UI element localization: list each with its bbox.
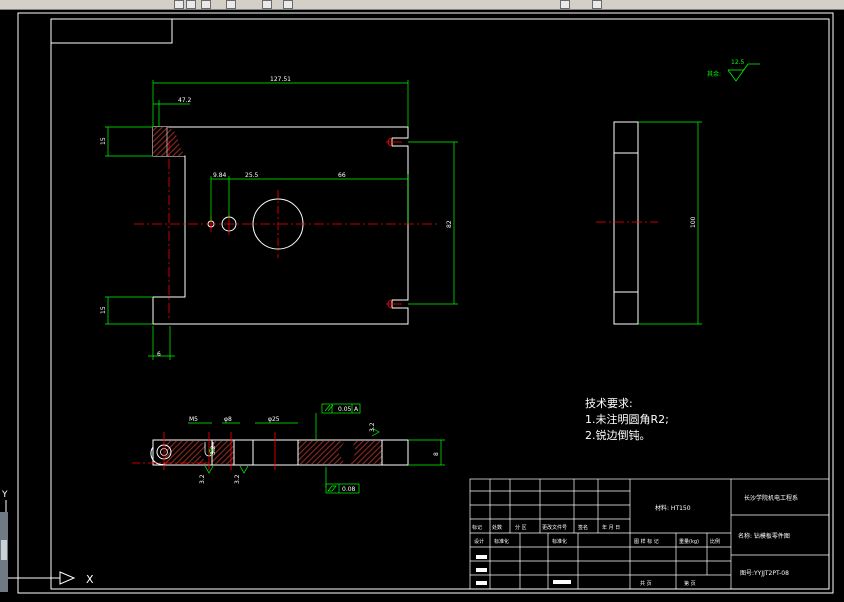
sheet-no: 第 页 xyxy=(684,580,696,587)
pan-icon[interactable] xyxy=(226,0,236,9)
col-docno: 更改文件号 xyxy=(542,524,567,531)
ucs-x-label: X xyxy=(86,573,94,586)
dim-bottom-height: 15 xyxy=(100,306,107,314)
school-name: 长沙学院机电工程系 xyxy=(744,494,798,502)
tech-req-title: 技术要求: xyxy=(585,397,633,410)
col-sign: 签名 xyxy=(578,524,588,531)
scale-label: 比例 xyxy=(710,538,720,545)
help-icon[interactable] xyxy=(592,0,602,9)
roughness-label: 其余: xyxy=(707,70,721,78)
zoom-icon[interactable] xyxy=(201,0,211,9)
tol-datum: A xyxy=(354,406,359,413)
dim-small-hole: 9.84 xyxy=(213,172,227,179)
row-design: 设计 xyxy=(474,538,484,545)
front-view[interactable]: 127.51 47.2 15 15 9.84 25.5 66 82 6 xyxy=(100,76,458,360)
tol-flatness-value: 0.08 xyxy=(342,486,356,493)
tech-requirements: 技术要求: 1.未注明圆角R2; 2.锐边倒钝。 xyxy=(585,397,669,442)
redo-icon[interactable] xyxy=(283,0,293,9)
col-mark: 标记 xyxy=(472,524,482,531)
print-icon[interactable] xyxy=(560,0,570,9)
weight-label: 重量(kg) xyxy=(679,538,699,545)
part-name: 名称: 钻模板零件图 xyxy=(738,532,790,540)
toolbar-strip xyxy=(0,0,844,10)
grid-icon[interactable] xyxy=(186,0,196,9)
dim-left-width: 6 xyxy=(157,351,161,358)
col-qty: 处数 xyxy=(492,524,502,531)
roughness-c: 3.2 xyxy=(369,422,376,432)
dim-phi25: φ25 xyxy=(268,416,280,423)
window-icon[interactable] xyxy=(174,0,184,9)
col-date: 年 月 日 xyxy=(602,524,620,531)
sheets-total: 共 页 xyxy=(640,580,652,587)
tol-parallel-value: 0.05 xyxy=(338,406,352,413)
drawing-number: 图号:YYJJT2PT-08 xyxy=(740,570,789,577)
dim-m5: M5 xyxy=(189,416,198,423)
front-view-outline xyxy=(152,126,409,325)
roughness-value: 12.5 xyxy=(731,59,745,66)
dim-top-height: 15 xyxy=(100,137,107,145)
roughness-d: 3.2 xyxy=(210,445,217,455)
row-standard-2: 标准化 xyxy=(552,538,567,545)
dim-side-height: 100 xyxy=(690,216,697,228)
stage-label: 图 样 标 记 xyxy=(634,538,659,545)
ucs-icon: X Y xyxy=(0,490,94,592)
roughness-a: 3.2 xyxy=(199,474,206,484)
drawing-canvas[interactable]: 127.51 47.2 15 15 9.84 25.5 66 82 6 100 … xyxy=(0,10,844,602)
ucs-y-label: Y xyxy=(1,490,8,500)
title-block-text: 材料: HT150 长沙学院机电工程系 名称: 钻模板零件图 图号:YYJJT2… xyxy=(472,494,798,587)
undo-icon[interactable] xyxy=(262,0,272,9)
dim-mid-distance: 25.5 xyxy=(245,172,259,179)
dim-thickness: 8 xyxy=(433,452,440,456)
roughness-b: 3.2 xyxy=(234,474,241,484)
dim-overall-length: 127.51 xyxy=(270,76,291,83)
material: 材料: HT150 xyxy=(655,504,691,512)
tech-req-line2: 2.锐边倒钝。 xyxy=(585,428,651,442)
outer-frame xyxy=(17,12,834,594)
dim-slot-width: 47.2 xyxy=(178,97,192,104)
dim-right-distance: 66 xyxy=(338,172,346,179)
roughness-note: 其余: 12.5 xyxy=(707,59,760,82)
col-zone: 分 区 xyxy=(515,524,527,531)
corner-label-box xyxy=(50,18,173,44)
section-view[interactable]: M5 φ8 φ25 0.05 A 0.08 8 3.2 3.2 3.2 3.2 xyxy=(132,403,445,494)
row-standard: 标准化 xyxy=(494,538,509,545)
dim-slot-spacing: 82 xyxy=(446,220,453,228)
dim-phi8: φ8 xyxy=(224,416,232,423)
tech-req-line1: 1.未注明圆角R2; xyxy=(585,412,669,426)
side-view[interactable]: 100 xyxy=(596,121,702,325)
